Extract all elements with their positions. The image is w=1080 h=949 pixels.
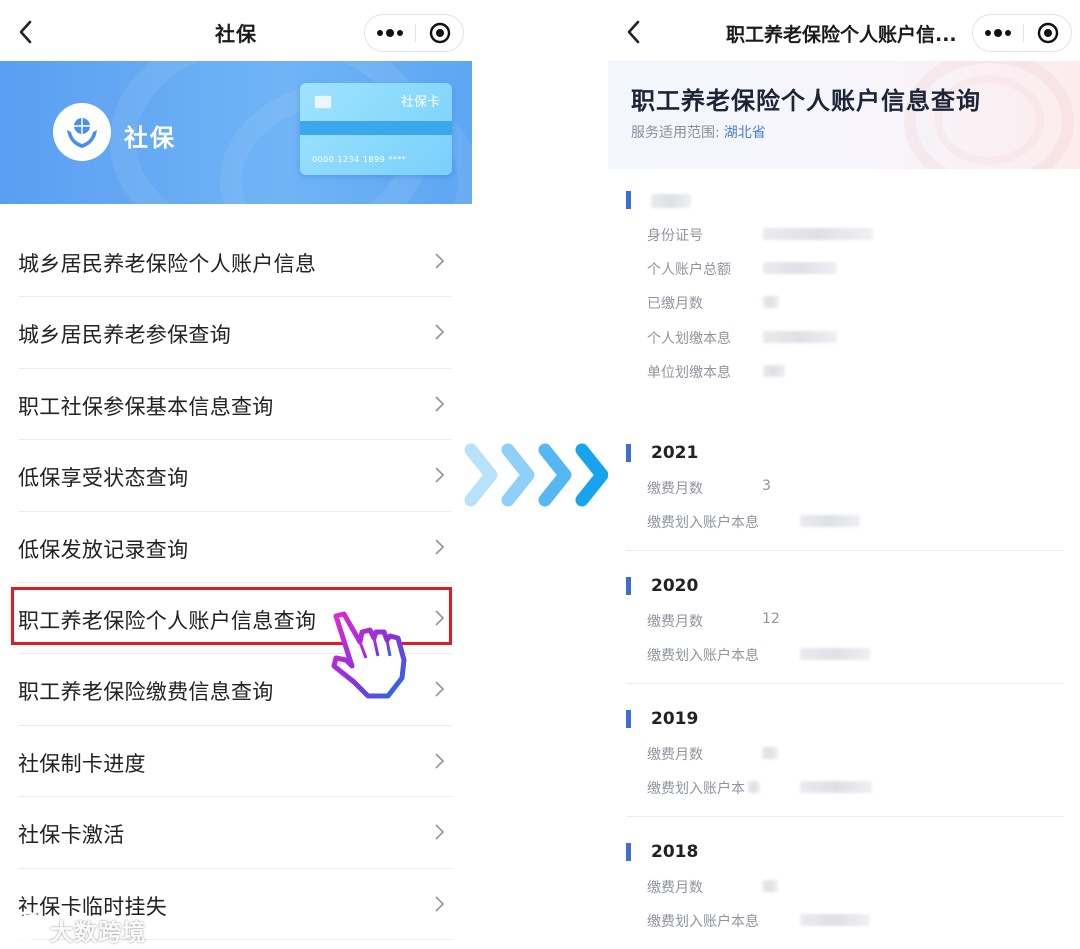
section-accent-bar	[626, 444, 631, 462]
divider	[626, 550, 1063, 551]
banner-title: 社保	[124, 124, 176, 152]
left-navbar: 社保	[0, 0, 472, 62]
menu-item-label: 低保享受状态查询	[18, 466, 189, 491]
menu-item-card-production-progress[interactable]: 社保制卡进度	[0, 726, 472, 798]
chevron-right-icon	[435, 610, 445, 626]
menu-item-employee-basic-info[interactable]: 职工社保参保基本信息查询	[0, 369, 472, 441]
section-accent-bar	[626, 843, 631, 861]
right-navbar: 职工养老保险个人账户信...	[608, 0, 1080, 62]
months-value: 3	[762, 478, 771, 494]
menu-item-label: 城乡居民养老参保查询	[18, 323, 231, 348]
chevron-right-icon	[435, 538, 445, 555]
menu-item-label: 职工养老保险个人账户信息查询	[18, 608, 317, 633]
menu-item-urban-rural-pension-enrollment[interactable]: 城乡居民养老参保查询	[0, 297, 472, 369]
redacted-name	[651, 194, 691, 208]
section-accent-bar	[626, 710, 631, 728]
account-total-label: 个人账户总额	[647, 262, 731, 278]
menu-item-subsistence-payment-records[interactable]: 低保发放记录查询	[0, 512, 472, 583]
chevron-right-icon	[435, 753, 445, 769]
menu-item-label: 社保制卡进度	[18, 751, 146, 776]
redacted-amount	[800, 781, 872, 793]
chevron-right-icon	[435, 895, 445, 912]
year-heading: 2019	[651, 709, 699, 729]
watermark-logo-icon	[7, 911, 45, 941]
mini-program-capsule	[972, 14, 1072, 52]
menu-item-subsistence-status[interactable]: 低保享受状态查询	[0, 440, 472, 512]
chevron-right-icon	[435, 396, 445, 412]
months-label: 缴费月数	[647, 614, 703, 630]
scope-label: 服务适用范围:	[631, 125, 720, 141]
menu-item-card-activation[interactable]: 社保卡激活	[0, 797, 472, 869]
year-heading: 2018	[651, 842, 699, 862]
watermark: 大数跨境	[6, 909, 156, 946]
id-number-label: 身份证号	[647, 228, 703, 244]
months-label: 缴费月数	[647, 880, 703, 896]
service-menu: 城乡居民养老保险个人账户信息 城乡居民养老参保查询 职工社保参保基本信息查询 低…	[0, 226, 472, 940]
chevron-right-icon	[435, 253, 445, 269]
more-icon[interactable]	[365, 15, 415, 51]
chevron-right-icon	[435, 324, 445, 341]
menu-item-label: 职工社保参保基本信息查询	[18, 394, 274, 419]
social-security-card-image: 社保卡 0000 1234 1899 ****	[300, 83, 452, 175]
months-label: 缴费月数	[647, 481, 703, 497]
personal-contribution-label: 个人划缴本息	[647, 331, 731, 347]
chevron-right-icon	[435, 467, 445, 483]
redacted-personal-contribution	[763, 331, 837, 343]
months-label: 缴费月数	[647, 747, 703, 763]
redacted-id-number	[763, 228, 873, 240]
left-screen: 社保 社保 社保卡 0000 1234 1899 **** 城乡居民养老保险个人…	[0, 0, 472, 949]
watermark-text: 大数跨境	[50, 920, 146, 946]
year-heading: 2021	[651, 443, 699, 463]
service-scope: 服务适用范围: 湖北省	[631, 122, 766, 142]
menu-item-label: 社保卡激活	[18, 823, 125, 848]
section-accent-bar	[626, 191, 631, 209]
year-heading: 2020	[651, 576, 699, 596]
amount-label: 缴费划入账户本息	[647, 648, 759, 664]
redacted-months	[762, 880, 778, 892]
months-value: 12	[762, 611, 780, 627]
menu-item-label: 城乡居民养老保险个人账户信息	[18, 252, 317, 276]
redacted-unit-contribution	[763, 365, 785, 377]
right-screen: 职工养老保险个人账户信... 职工养老保险个人账户信息查询 服务适用范围: 湖北省…	[608, 0, 1080, 949]
menu-item-label: 低保发放记录查询	[18, 537, 189, 562]
card-number: 0000 1234 1899 ****	[312, 155, 407, 164]
redacted-amount	[800, 515, 860, 527]
menu-item-label: 职工养老保险缴费信息查询	[18, 680, 274, 705]
redacted-amount	[800, 648, 870, 660]
redacted-paid-months	[763, 296, 779, 308]
redacted-months	[762, 747, 778, 759]
close-target-icon[interactable]	[416, 15, 464, 51]
social-security-logo-icon	[53, 103, 111, 161]
query-title: 职工养老保险个人账户信息查询	[631, 87, 981, 115]
amount-label: 缴费划入账户本息	[647, 914, 759, 930]
transition-arrows-icon	[464, 443, 609, 507]
scope-value: 湖北省	[723, 125, 766, 141]
paid-months-label: 已缴月数	[647, 296, 703, 312]
close-target-icon[interactable]	[1024, 15, 1072, 51]
unit-contribution-label: 单位划缴本息	[647, 365, 731, 381]
query-header: 职工养老保险个人账户信息查询 服务适用范围: 湖北省	[608, 61, 1080, 169]
amount-label: 缴费划入账户本	[647, 781, 745, 797]
card-chip-icon	[314, 95, 332, 109]
chevron-right-icon	[435, 681, 445, 697]
section-accent-bar	[626, 577, 631, 595]
card-label: 社保卡	[400, 95, 440, 110]
chevron-right-icon	[435, 824, 445, 840]
menu-item-urban-rural-pension-account[interactable]: 城乡居民养老保险个人账户信息	[0, 226, 472, 298]
mini-program-capsule	[364, 14, 464, 52]
pointing-hand-icon	[331, 611, 407, 699]
amount-label: 缴费划入账户本息	[647, 515, 759, 531]
social-security-banner: 社保 社保卡 0000 1234 1899 ****	[0, 61, 472, 204]
redacted-label-tail	[748, 781, 760, 793]
card-stripe	[300, 121, 452, 135]
divider	[626, 816, 1063, 817]
redacted-amount	[800, 914, 870, 926]
more-icon[interactable]	[973, 15, 1023, 51]
redacted-account-total	[763, 262, 837, 274]
divider	[626, 683, 1063, 684]
